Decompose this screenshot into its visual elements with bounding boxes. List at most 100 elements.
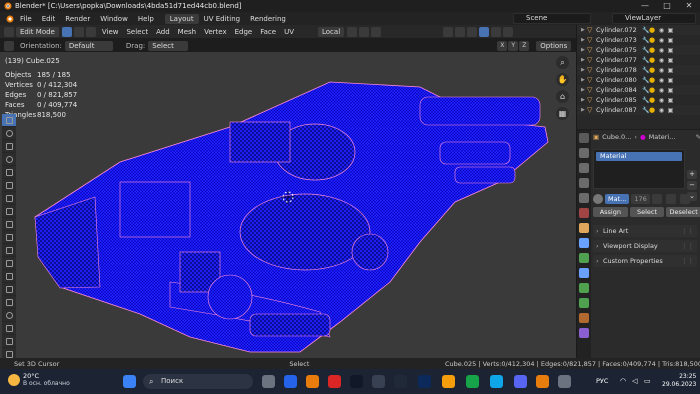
- snap-icon[interactable]: [359, 26, 370, 37]
- render-tab-icon[interactable]: [579, 148, 589, 158]
- eye-icon[interactable]: ◉: [657, 47, 666, 54]
- maximize-button[interactable]: □: [656, 0, 678, 12]
- clock[interactable]: 23:25 29.06.2023: [662, 373, 696, 389]
- camera-icon[interactable]: ▣: [666, 57, 675, 64]
- orientation-dropdown[interactable]: Default: [64, 40, 113, 51]
- world-tab-icon[interactable]: [579, 208, 589, 218]
- pan-hand-icon[interactable]: ✋: [556, 73, 569, 86]
- menu-add[interactable]: Add: [152, 28, 174, 36]
- outliner-item[interactable]: ▶ ▽ Cylinder.087 🔧 ● ◉ ▣: [577, 105, 700, 115]
- zoom-app-icon[interactable]: [284, 375, 297, 388]
- slot-menu-button[interactable]: ⌄: [687, 192, 697, 201]
- material-name-field[interactable]: Mat...: [605, 193, 630, 204]
- panel-custom-properties[interactable]: Custom Properties⋮⋮: [593, 255, 697, 267]
- photoshop-icon[interactable]: [418, 375, 431, 388]
- pin-icon[interactable]: ✎: [696, 133, 700, 141]
- spin-tool-icon[interactable]: [2, 309, 16, 322]
- editor-type-icon[interactable]: [4, 26, 14, 37]
- object-tab-icon[interactable]: [579, 223, 589, 233]
- solid-shading-icon[interactable]: [479, 26, 490, 37]
- scale-tool-icon[interactable]: [2, 166, 16, 179]
- camera-icon[interactable]: ▣: [666, 67, 675, 74]
- material-preview-icon[interactable]: [593, 193, 603, 204]
- eye-icon[interactable]: ◉: [657, 87, 666, 94]
- chrome-icon[interactable]: [466, 375, 479, 388]
- tool-icon[interactable]: [4, 40, 14, 51]
- tab-rendering[interactable]: Rendering: [245, 14, 291, 24]
- drag-dropdown[interactable]: Select Box: [148, 40, 189, 60]
- fake-user-icon[interactable]: [651, 193, 662, 204]
- blender-taskbar-icon[interactable]: [536, 375, 549, 388]
- proportional-edit-icon[interactable]: [371, 26, 382, 37]
- move-tool-icon[interactable]: [2, 140, 16, 153]
- minimize-button[interactable]: —: [634, 0, 656, 12]
- start-icon[interactable]: [123, 375, 136, 388]
- menu-edge[interactable]: Edge: [231, 28, 257, 36]
- deselect-button[interactable]: Deselect: [666, 207, 700, 217]
- app-icon[interactable]: [394, 375, 407, 388]
- smooth-tool-icon[interactable]: [2, 322, 16, 335]
- cursor-tool-icon[interactable]: [2, 127, 16, 140]
- youtube-icon[interactable]: [328, 375, 341, 388]
- camera-icon[interactable]: ▣: [666, 77, 675, 84]
- app-icon[interactable]: [372, 375, 385, 388]
- tab-uv-editing[interactable]: UV Editing: [199, 14, 246, 24]
- search-box[interactable]: ⌕ Поиск: [143, 374, 253, 389]
- panel-line-art[interactable]: Line Art⋮⋮: [593, 225, 697, 237]
- mirror-y-toggle[interactable]: Y: [508, 40, 519, 51]
- eye-icon[interactable]: ◉: [657, 107, 666, 114]
- camera-icon[interactable]: ▣: [666, 107, 675, 114]
- xray-icon[interactable]: [455, 26, 466, 37]
- eye-icon[interactable]: ◉: [657, 37, 666, 44]
- material-tab-icon[interactable]: [579, 328, 589, 338]
- mirror-z-toggle[interactable]: Z: [519, 40, 530, 51]
- duplicate-material-icon[interactable]: [665, 193, 676, 204]
- rendered-shading-icon[interactable]: [503, 26, 514, 37]
- select-box-tool-icon[interactable]: [2, 114, 16, 127]
- vertex-select-icon[interactable]: [61, 26, 72, 37]
- menu-face[interactable]: Face: [256, 28, 280, 36]
- outliner-item[interactable]: ▶ ▽ Cylinder.075 🔧 ● ◉ ▣: [577, 45, 700, 55]
- outliner-item[interactable]: ▶ ▽ Cylinder.072 🔧 ● ◉ ▣: [577, 25, 700, 35]
- app-icon[interactable]: [558, 375, 571, 388]
- select-button[interactable]: Select: [629, 207, 665, 217]
- remove-slot-button[interactable]: −: [687, 181, 697, 190]
- camera-icon[interactable]: ▣: [666, 37, 675, 44]
- scene-tab-icon[interactable]: [579, 193, 589, 203]
- modifier-tab-icon[interactable]: [579, 238, 589, 248]
- camera-icon[interactable]: ▣: [666, 87, 675, 94]
- pivot-point-icon[interactable]: [347, 26, 358, 37]
- material-slot[interactable]: Material: [596, 152, 682, 161]
- rip-tool-icon[interactable]: [2, 348, 16, 358]
- menu-vertex[interactable]: Vertex: [200, 28, 231, 36]
- eye-icon[interactable]: ◉: [657, 77, 666, 84]
- options-dropdown[interactable]: Options: [536, 40, 572, 51]
- menu-render[interactable]: Render: [60, 15, 95, 23]
- eye-icon[interactable]: ◉: [657, 57, 666, 64]
- wifi-icon[interactable]: ◠: [620, 377, 626, 385]
- outliner-item[interactable]: ▶ ▽ Cylinder.085 🔧 ● ◉ ▣: [577, 95, 700, 105]
- eye-icon[interactable]: ◉: [657, 97, 666, 104]
- wireframe-shading-icon[interactable]: [467, 26, 478, 37]
- eye-icon[interactable]: ◉: [657, 27, 666, 34]
- task-view-icon[interactable]: [262, 375, 275, 388]
- rotate-tool-icon[interactable]: [2, 153, 16, 166]
- extrude-tool-icon[interactable]: [2, 231, 16, 244]
- inset-tool-icon[interactable]: [2, 244, 16, 257]
- discord-icon[interactable]: [514, 375, 527, 388]
- outliner-item[interactable]: ▶ ▽ Cylinder.080 🔧 ● ◉ ▣: [577, 75, 700, 85]
- data-tab-icon[interactable]: [579, 298, 589, 308]
- menu-mesh[interactable]: Mesh: [174, 28, 200, 36]
- add-slot-button[interactable]: +: [687, 170, 697, 179]
- camera-view-icon[interactable]: ⌂: [556, 90, 569, 103]
- add-cube-tool-icon[interactable]: [2, 218, 16, 231]
- particles-tab-icon[interactable]: [579, 253, 589, 263]
- bevel-tool-icon[interactable]: [2, 257, 16, 270]
- zoom-icon[interactable]: ⌕: [556, 56, 569, 69]
- shear-tool-icon[interactable]: [2, 335, 16, 348]
- outliner-item[interactable]: ▶ ▽ Cylinder.084 🔧 ● ◉ ▣: [577, 85, 700, 95]
- unity-icon[interactable]: [350, 375, 363, 388]
- blender-menu-icon[interactable]: [3, 14, 15, 24]
- file-explorer-icon[interactable]: [442, 375, 455, 388]
- blender-taskbar-icon[interactable]: [306, 375, 319, 388]
